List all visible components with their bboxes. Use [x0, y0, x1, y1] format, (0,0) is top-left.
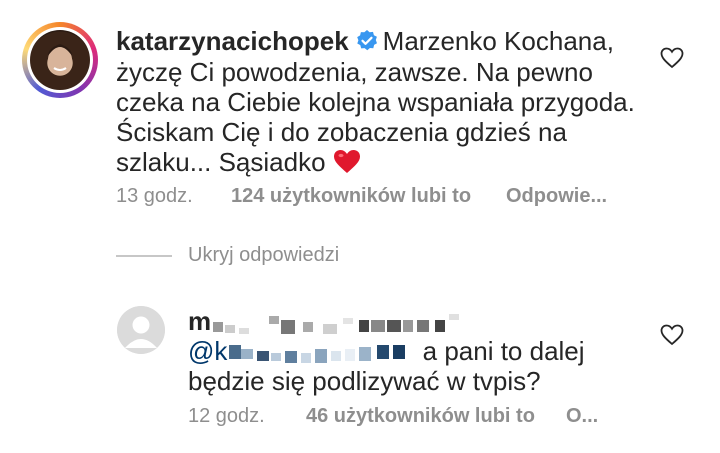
hide-replies-button[interactable]: Ukryj odpowiedzi [188, 244, 339, 267]
like-heart-icon[interactable] [660, 47, 684, 69]
avatar[interactable] [22, 22, 98, 98]
reply-likes[interactable]: 46 użytkowników lubi to [306, 405, 535, 428]
profile-photo [30, 30, 90, 90]
verified-badge-icon [355, 29, 379, 53]
reply-username[interactable]: m [188, 306, 466, 336]
comment-text-rest: życzę Ci powodzenia, zawsze. Na pewno cz… [116, 57, 635, 178]
reply-time: 12 godz. [188, 405, 265, 427]
reply-mention-visible[interactable]: @k [188, 336, 227, 366]
comment-reply-button[interactable]: Odpowie... [506, 185, 607, 208]
red-heart-emoji [333, 149, 361, 175]
comment-time: 13 godz. [116, 185, 193, 207]
comment-body: katarzynacichopek Marzenko Kochana, życzę… [116, 26, 636, 179]
reply-label[interactable]: Odpowie... [506, 185, 607, 207]
comment-likes[interactable]: 124 użytkowników lubi to [231, 185, 471, 208]
default-avatar-icon[interactable] [117, 306, 165, 354]
reply-body: m @k a pani to dalej będzie się podlizyw… [188, 306, 628, 396]
reply-likes-label[interactable]: 46 użytkowników lubi to [306, 405, 535, 427]
comment-text-line1: Marzenko Kochana, [382, 26, 614, 56]
reply-reply-button[interactable]: O... [566, 405, 598, 428]
reply-mention[interactable]: @k [188, 336, 415, 366]
pixelated-mention [229, 345, 406, 364]
replies-divider [116, 255, 172, 257]
like-heart-icon[interactable] [660, 324, 684, 346]
reply-reply-label[interactable]: O... [566, 405, 598, 427]
reply-username-visible[interactable]: m [188, 306, 211, 336]
pixelated-username [213, 314, 460, 335]
comment-username[interactable]: katarzynacichopek [116, 26, 349, 56]
comment-likes-label[interactable]: 124 użytkowników lubi to [231, 185, 471, 207]
